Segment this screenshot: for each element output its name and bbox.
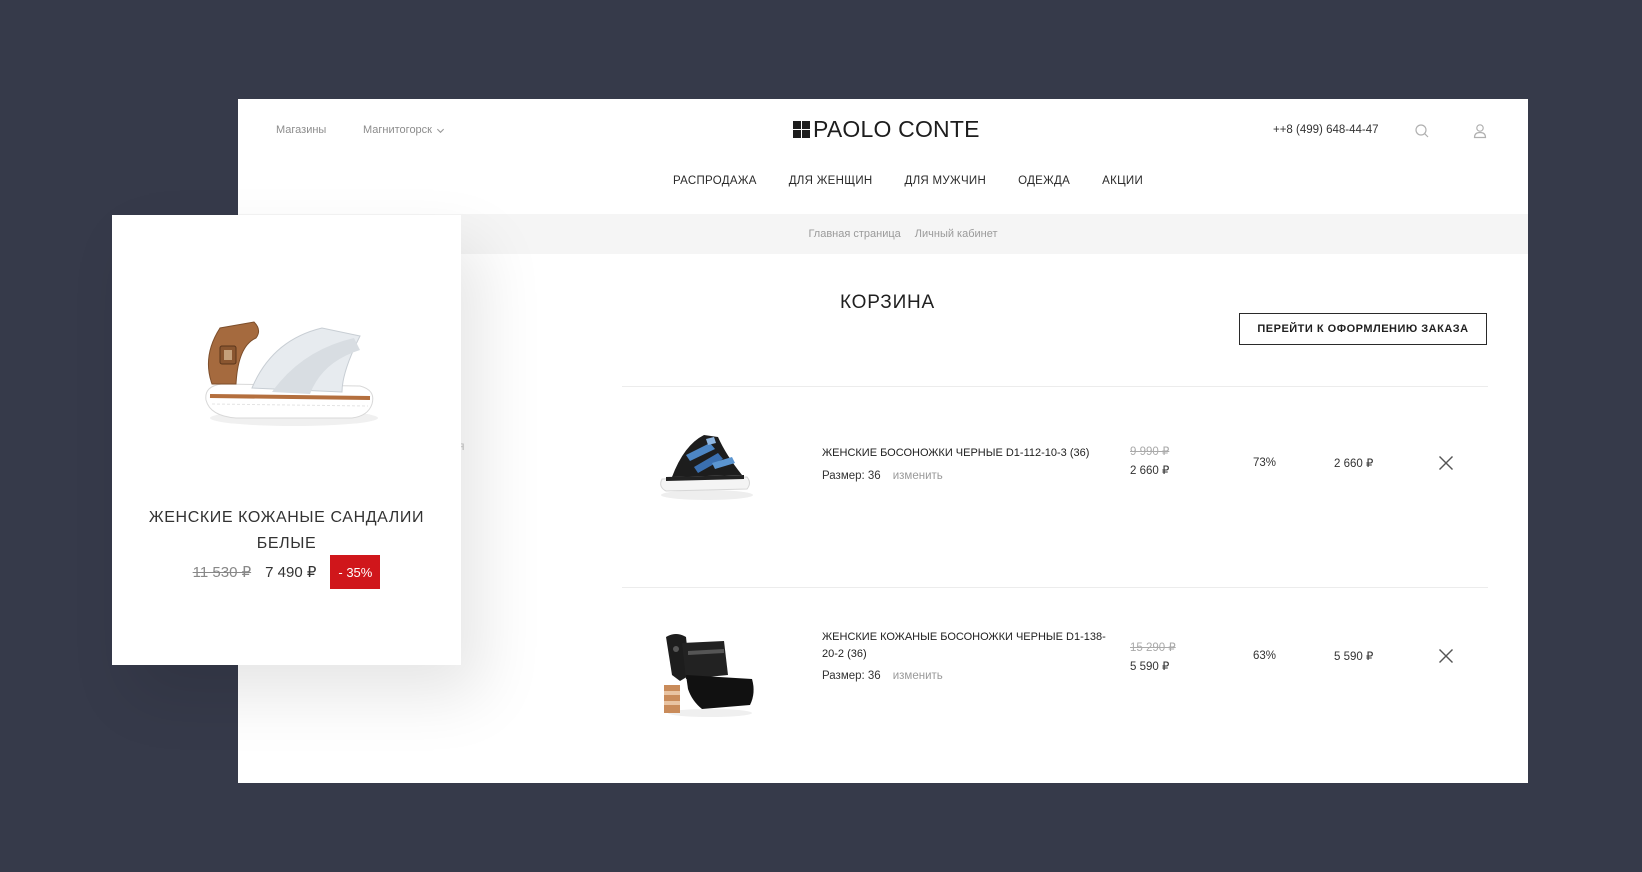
item-size-row: Размер: 36 изменить [822, 670, 943, 682]
stores-link[interactable]: Магазины [276, 124, 326, 136]
item-prices: 15 290 ₽ 5 590 ₽ [1130, 639, 1176, 677]
nav-item-women[interactable]: ДЛЯ ЖЕНЩИН [789, 175, 873, 187]
city-label: Магнитогорск [363, 124, 432, 136]
chevron-down-icon [436, 128, 445, 133]
divider [622, 587, 1488, 588]
site-logo[interactable]: PAOLO CONTE [793, 116, 980, 143]
item-prices: 9 990 ₽ 2 660 ₽ [1130, 443, 1169, 481]
logo-mark-icon [793, 121, 810, 138]
product-thumbnail[interactable] [652, 629, 762, 719]
nav-item-men[interactable]: ДЛЯ МУЖЧИН [905, 175, 987, 187]
site-header: Магазины Магнитогорск PAOLO CONTE ++8 (4… [238, 99, 1528, 209]
breadcrumb-current: Личный кабинет [914, 228, 998, 240]
phone-number[interactable]: ++8 (499) 648-44-47 [1273, 124, 1379, 136]
item-old-price: 15 290 ₽ [1130, 642, 1176, 654]
item-size: Размер: 36 [822, 470, 881, 482]
main-navigation: РАСПРОДАЖА ДЛЯ ЖЕНЩИН ДЛЯ МУЖЧИН ОДЕЖДА … [238, 175, 1528, 187]
product-card[interactable]: ЖЕНСКИЕ КОЖАНЫЕ САНДАЛИИ БЕЛЫЕ 11 530 ₽ … [112, 215, 461, 665]
product-thumbnail[interactable] [652, 417, 762, 507]
item-old-price: 9 990 ₽ [1130, 446, 1170, 458]
cart-item: ЖЕНСКИЕ КОЖАНЫЕ БОСОНОЖКИ ЧЕРНЫЕ D1-138-… [622, 589, 1488, 739]
nav-item-clothing[interactable]: ОДЕЖДА [1018, 175, 1070, 187]
item-price: 5 590 ₽ [1130, 661, 1170, 673]
item-discount: 73% [1253, 457, 1277, 469]
item-price: 2 660 ₽ [1130, 465, 1170, 477]
item-total: 2 660 ₽ [1334, 458, 1374, 470]
product-prices: 11 530 ₽ 7 490 ₽ - 35% [112, 555, 461, 589]
nav-item-sale[interactable]: РАСПРОДАЖА [673, 175, 757, 187]
product-title[interactable]: ЖЕНСКИЕ КОЖАНЫЕ САНДАЛИИ БЕЛЫЕ [132, 505, 441, 557]
item-total: 5 590 ₽ [1334, 651, 1374, 663]
item-name[interactable]: ЖЕНСКИЕ БОСОНОЖКИ ЧЕРНЫЕ D1-112-10-3 (36… [822, 445, 1112, 462]
item-discount: 63% [1253, 650, 1277, 662]
product-image [205, 321, 378, 426]
user-icon[interactable] [1471, 122, 1489, 140]
item-size-row: Размер: 36 изменить [822, 470, 943, 482]
close-icon[interactable] [1438, 648, 1454, 664]
cart-item: ЖЕНСКИЕ БОСОНОЖКИ ЧЕРНЫЕ D1-112-10-3 (36… [622, 387, 1488, 537]
change-size-link[interactable]: изменить [893, 670, 943, 682]
city-selector[interactable]: Магнитогорск [363, 124, 445, 136]
logo-text: PAOLO CONTE [813, 116, 980, 142]
page-title: КОРЗИНА [840, 292, 936, 313]
checkout-button[interactable]: ПЕРЕЙТИ К ОФОРМЛЕНИЮ ЗАКАЗА [1239, 313, 1487, 345]
breadcrumb-home[interactable]: Главная страница [808, 228, 900, 240]
item-name[interactable]: ЖЕНСКИЕ КОЖАНЫЕ БОСОНОЖКИ ЧЕРНЫЕ D1-138-… [822, 629, 1112, 663]
discount-badge: - 35% [330, 555, 381, 589]
item-size: Размер: 36 [822, 670, 881, 682]
product-old-price: 11 530 ₽ [192, 564, 252, 581]
change-size-link[interactable]: изменить [893, 470, 943, 482]
search-icon[interactable] [1413, 122, 1431, 140]
nav-item-promotions[interactable]: АКЦИИ [1102, 175, 1143, 187]
close-icon[interactable] [1438, 455, 1454, 471]
product-price: 7 490 ₽ [265, 564, 317, 581]
